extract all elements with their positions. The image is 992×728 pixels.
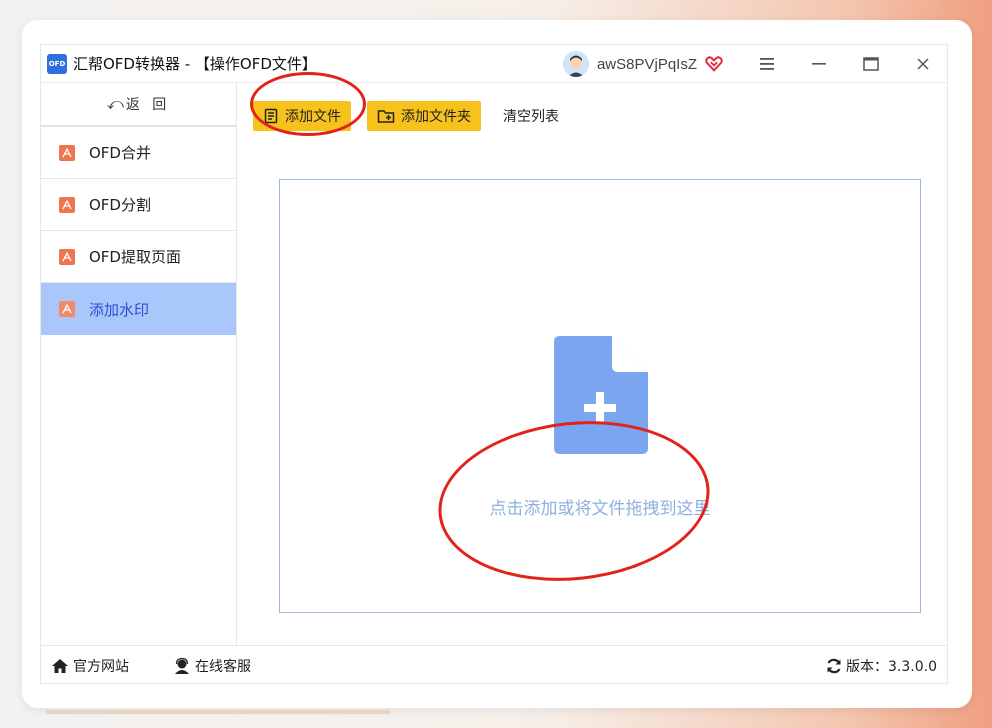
pdf-icon <box>59 196 75 213</box>
title-bar-controls: awS8PVjPqIsZ <box>562 45 947 83</box>
user-avatar[interactable] <box>562 51 589 77</box>
annotation-circle-add-file <box>250 72 366 136</box>
pdf-icon <box>59 301 75 317</box>
sidebar-item-ofd-extract-pages[interactable]: OFD提取页面 <box>41 231 236 283</box>
back-button[interactable]: ⤺ 返 回 <box>41 83 236 127</box>
official-website-label: 官方网站 <box>73 658 129 675</box>
sidebar-item-label: OFD合并 <box>89 144 151 162</box>
minimize-icon <box>812 63 826 65</box>
sidebar: ⤺ 返 回 OFD合并 OFD分割 OFD提取页面 添加水印 <box>41 83 237 645</box>
username[interactable]: awS8PVjPqIsZ <box>597 56 697 73</box>
title-bar: OFD 汇帮OFD转换器 - 【操作OFD文件】 awS8PVjPqIsZ <box>41 45 947 83</box>
clear-list-button[interactable]: 清空列表 <box>503 106 559 126</box>
pdf-icon <box>59 144 75 161</box>
close-icon <box>917 58 929 70</box>
online-service-link[interactable]: 在线客服 <box>173 656 251 676</box>
version-info[interactable]: 版本：3.3.0.0 <box>826 646 937 683</box>
vip-heart-icon[interactable] <box>705 55 723 73</box>
footer: 官方网站 在线客服 版本：3.3.0.0 <box>41 645 947 683</box>
official-website-link[interactable]: 官方网站 <box>51 656 129 676</box>
sidebar-item-ofd-split[interactable]: OFD分割 <box>41 179 236 231</box>
back-label: 返 回 <box>125 97 171 113</box>
hamburger-icon <box>760 58 774 70</box>
folder-add-icon <box>377 108 395 124</box>
bottom-strip <box>46 710 390 714</box>
app-logo-icon: OFD <box>47 53 67 74</box>
sidebar-item-label: OFD分割 <box>89 196 151 214</box>
add-folder-label: 添加文件夹 <box>401 109 471 125</box>
sidebar-item-ofd-merge[interactable]: OFD合并 <box>41 127 236 179</box>
menu-button[interactable] <box>741 45 793 83</box>
refresh-icon <box>826 658 842 674</box>
app-window: OFD 汇帮OFD转换器 - 【操作OFD文件】 awS8PVjPqIsZ ⤺ … <box>40 44 948 684</box>
window-title: 汇帮OFD转换器 - 【操作OFD文件】 <box>73 55 317 73</box>
customer-service-icon <box>173 657 191 674</box>
back-arrow-icon: ⤺ <box>106 94 124 113</box>
sidebar-item-label: 添加水印 <box>89 300 150 319</box>
version-label: 版本：3.3.0.0 <box>846 659 937 675</box>
sidebar-item-add-watermark[interactable]: 添加水印 <box>41 283 236 335</box>
pdf-icon <box>59 248 75 265</box>
online-service-label: 在线客服 <box>195 658 251 675</box>
minimize-button[interactable] <box>793 45 845 83</box>
home-icon <box>51 658 69 674</box>
close-button[interactable] <box>897 45 947 83</box>
maximize-button[interactable] <box>845 45 897 83</box>
add-folder-button[interactable]: 添加文件夹 <box>367 101 481 131</box>
sidebar-item-label: OFD提取页面 <box>89 248 181 266</box>
maximize-icon <box>863 57 879 71</box>
